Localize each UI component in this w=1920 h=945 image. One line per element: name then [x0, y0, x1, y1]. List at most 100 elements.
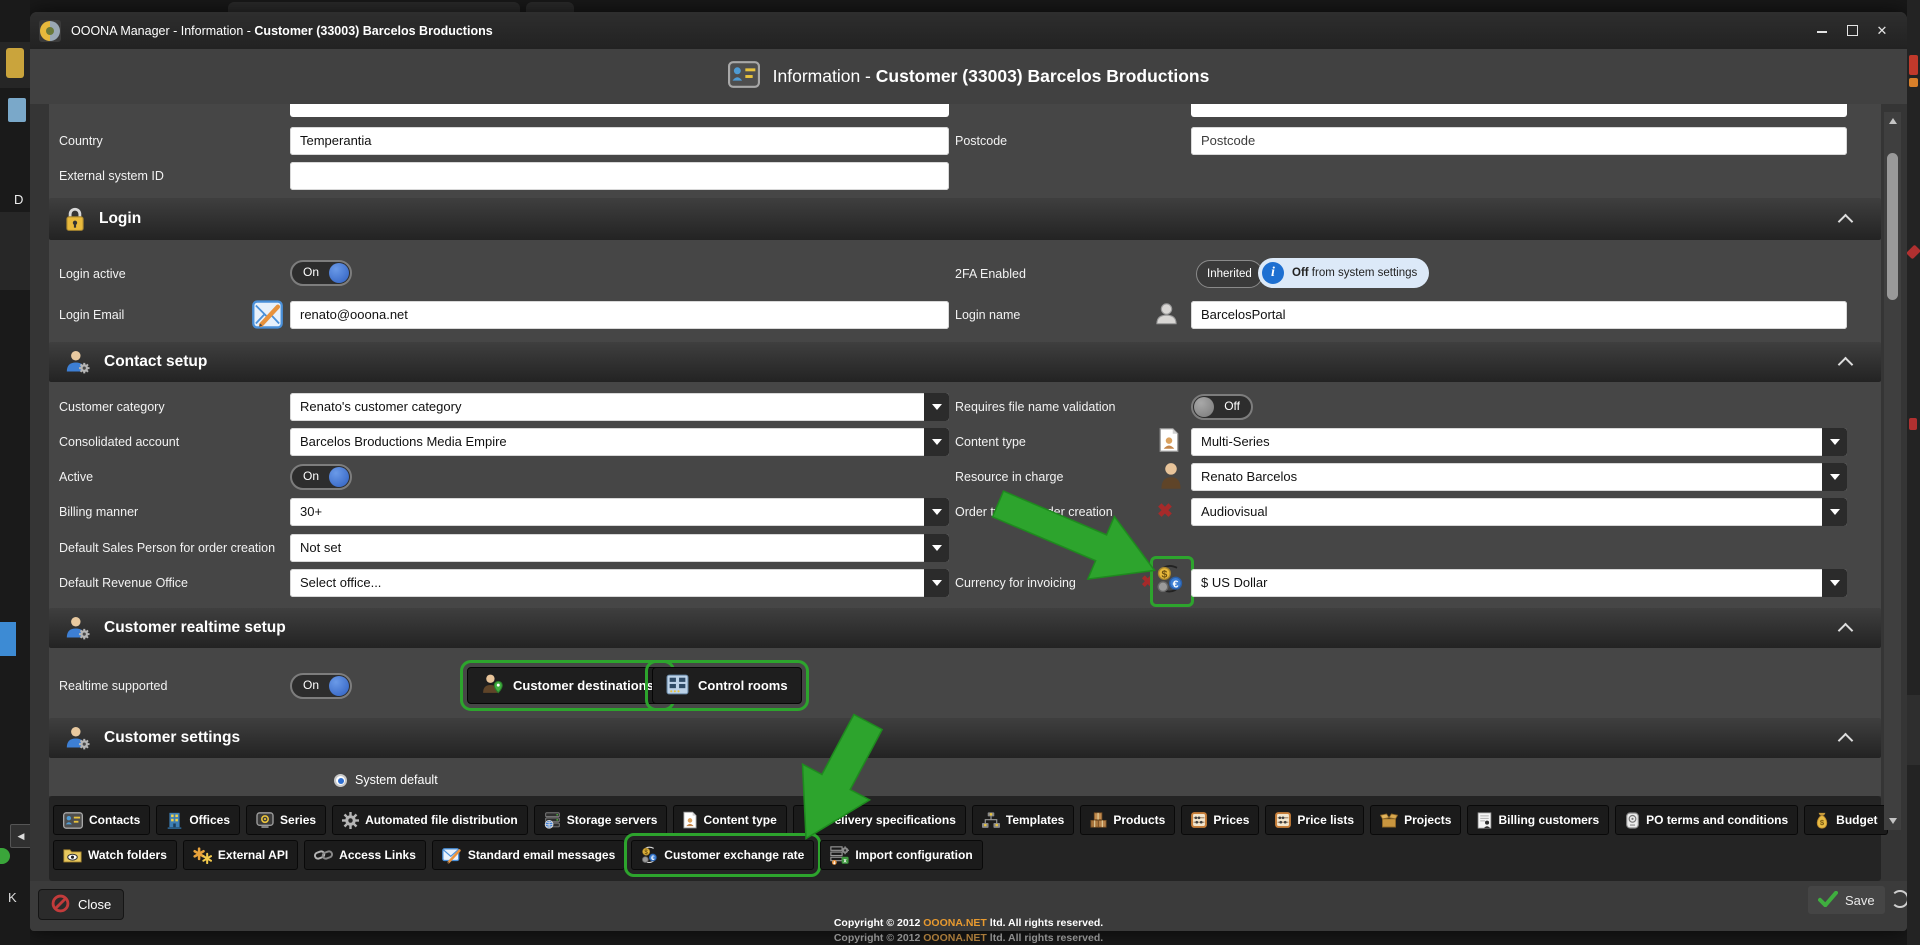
toolbar-button-delivery-specifications[interactable]: Delivery specifications	[793, 805, 966, 835]
order-type-select[interactable]: Audiovisual	[1191, 498, 1847, 526]
consolidated-account-select[interactable]: Barcelos Broductions Media Empire	[290, 428, 949, 456]
toolbar-button-import-configuration[interactable]: xImport configuration	[820, 840, 982, 870]
toolbar-button-content-type[interactable]: Content type	[673, 805, 786, 835]
login-name-input[interactable]: BarcelosPortal	[1191, 301, 1847, 329]
toggle-state: On	[303, 265, 319, 279]
toolbar-button-budget[interactable]: $Budget	[1804, 805, 1887, 835]
series-icon	[256, 812, 274, 828]
chevron-down-icon[interactable]	[1822, 428, 1847, 456]
postcode-input[interactable]: Postcode	[1191, 127, 1847, 155]
chevron-down-icon[interactable]	[1822, 569, 1847, 597]
realtime-supported-toggle[interactable]: On	[290, 673, 352, 699]
open-box-icon	[1380, 813, 1398, 828]
toolbar-button-label: Templates	[1006, 813, 1064, 827]
red-x-icon: ✖	[1157, 500, 1173, 523]
twofa-info-rest: from system settings	[1309, 267, 1418, 279]
offices-icon	[166, 812, 183, 829]
maximize-button[interactable]	[1837, 18, 1867, 44]
toolbar-button-price-lists[interactable]: Price lists	[1265, 805, 1364, 835]
chevron-down-icon[interactable]	[924, 428, 949, 456]
envelope-pencil-icon	[252, 300, 283, 334]
twofa-info-text: Off from system settings	[1292, 267, 1417, 279]
system-default-radio[interactable]	[334, 774, 347, 787]
toolbar-button-label: Content type	[703, 813, 776, 827]
chevron-up-icon[interactable]	[1838, 213, 1854, 229]
default-sales-person-select[interactable]: Not set	[290, 534, 949, 562]
copyright-text: Copyright © 2012 OOONA.NET ltd. All righ…	[30, 917, 1907, 929]
api-star-icon	[193, 847, 212, 864]
external-system-id-input[interactable]	[290, 162, 949, 190]
close-window-button[interactable]: ✕	[1867, 18, 1897, 44]
toolbar-button-projects[interactable]: Projects	[1370, 805, 1461, 835]
control-room-icon	[666, 674, 689, 698]
chevron-down-icon[interactable]	[924, 569, 949, 597]
minimize-button[interactable]	[1807, 18, 1837, 44]
inherited-badge[interactable]: Inherited	[1196, 260, 1263, 288]
copyright-brand: OOONA.NET	[923, 932, 987, 944]
green-check-icon	[1818, 891, 1838, 910]
section-contact-setup-title: Contact setup	[104, 353, 207, 371]
copyright-text-background: Copyright © 2012 OOONA.NET ltd. All righ…	[30, 932, 1907, 944]
customer-destinations-button[interactable]: Customer destinations	[467, 667, 668, 704]
toolbar-button-offices[interactable]: Offices	[156, 805, 240, 835]
toolbar-button-billing-customers[interactable]: Billing customers	[1467, 805, 1609, 835]
scrollbar-down-arrow[interactable]	[1889, 818, 1897, 824]
login-active-toggle[interactable]: On	[290, 260, 352, 286]
billing-customer-icon	[1477, 812, 1492, 829]
no-entry-icon	[51, 894, 70, 916]
chevron-up-icon[interactable]	[1838, 732, 1854, 748]
toolbar-button-products[interactable]: Products	[1080, 805, 1175, 835]
toolbar-button-prices[interactable]: Prices	[1181, 805, 1259, 835]
default-revenue-office-select[interactable]: Select office...	[290, 569, 949, 597]
scrollbar-thumb[interactable]	[1887, 153, 1898, 300]
login-email-value: renato@ooona.net	[300, 301, 941, 329]
toolbar-button-series[interactable]: Series	[246, 805, 326, 835]
toolbar-button-automated-file-distribution[interactable]: Automated file distribution	[332, 805, 528, 835]
toolbar-button-contacts[interactable]: Contacts	[53, 805, 150, 835]
scrollbar-up-arrow[interactable]	[1889, 118, 1897, 124]
toggle-knob	[1194, 397, 1214, 417]
requires-validation-toggle[interactable]: Off	[1191, 394, 1253, 420]
control-rooms-button[interactable]: Control rooms	[652, 667, 802, 704]
toolbar-button-standard-email-messages[interactable]: Standard email messages	[432, 840, 625, 870]
toolbar-button-label: Billing customers	[1498, 813, 1599, 827]
active-toggle[interactable]: On	[290, 464, 352, 490]
default-revenue-office-label: Default Revenue Office	[59, 569, 188, 597]
org-chart-icon	[982, 812, 1000, 829]
toolbar-button-customer-exchange-rate[interactable]: $€Customer exchange rate	[631, 840, 814, 870]
currency-for-invoicing-label: Currency for invoicing	[955, 569, 1076, 597]
screen: OOONA Manager - Information - Customer (…	[0, 0, 1920, 945]
chevron-up-icon[interactable]	[1838, 356, 1854, 372]
page-title: Information - Customer (33003) Barcelos …	[773, 66, 1210, 87]
billing-manner-select[interactable]: 30+	[290, 498, 949, 526]
customer-category-select[interactable]: Renato's customer category	[290, 393, 949, 421]
toolbar-button-external-api[interactable]: External API	[183, 840, 298, 870]
toolbar-button-po-terms[interactable]: PO terms and conditions	[1615, 805, 1798, 835]
background-icon	[8, 98, 26, 122]
toolbar-button-label: Contacts	[89, 813, 140, 827]
toolbar-button-access-links[interactable]: Access Links	[304, 840, 426, 870]
toolbar-button-templates[interactable]: Templates	[972, 805, 1074, 835]
chevron-down-icon[interactable]	[1822, 463, 1847, 491]
currency-select[interactable]: $ US Dollar	[1191, 569, 1847, 597]
chevron-down-icon[interactable]	[1822, 498, 1847, 526]
toolbar-button-label: Series	[280, 813, 316, 827]
resource-in-charge-select[interactable]: Renato Barcelos	[1191, 463, 1847, 491]
login-email-input[interactable]: renato@ooona.net	[290, 301, 949, 329]
billing-manner-value: 30+	[300, 498, 921, 526]
toolbar-button-storage-servers[interactable]: Storage servers	[534, 805, 668, 835]
country-input[interactable]: Temperantia	[290, 127, 949, 155]
toolbar-button-watch-folders[interactable]: Watch folders	[53, 840, 177, 870]
background-text: K	[8, 890, 17, 905]
chevron-down-icon[interactable]	[924, 498, 949, 526]
content-type-icon	[683, 811, 697, 829]
content-type-select[interactable]: Multi-Series	[1191, 428, 1847, 456]
save-button[interactable]: Save	[1808, 886, 1885, 914]
postcode-placeholder: Postcode	[1201, 127, 1839, 155]
close-button[interactable]: Close	[38, 889, 124, 920]
chevron-down-icon[interactable]	[924, 534, 949, 562]
copyright-prefix: Copyright © 2012	[834, 917, 923, 929]
chevron-down-icon[interactable]	[924, 393, 949, 421]
info-icon: i	[1262, 262, 1284, 284]
chevron-up-icon[interactable]	[1838, 622, 1854, 638]
